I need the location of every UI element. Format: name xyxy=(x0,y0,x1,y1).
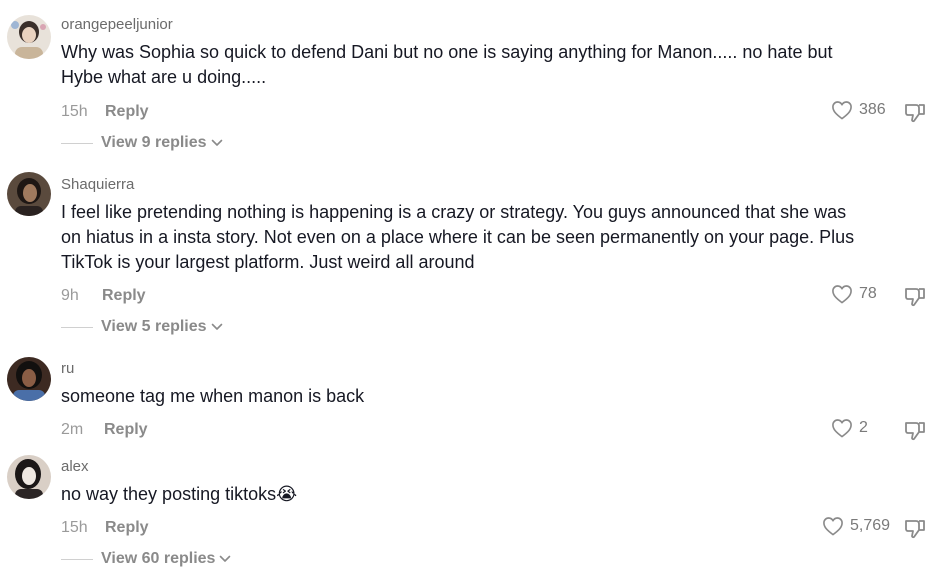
chevron-down-icon xyxy=(220,555,231,562)
avatar-image xyxy=(7,455,51,499)
thumbs-down-outline-icon xyxy=(905,422,925,441)
thumbs-down-outline-icon xyxy=(905,104,925,123)
divider xyxy=(61,326,93,328)
divider xyxy=(61,558,93,560)
divider xyxy=(61,142,93,144)
view-replies-button[interactable]: View 5 replies xyxy=(61,318,223,336)
reply-button[interactable]: Reply xyxy=(105,103,149,121)
avatar-image xyxy=(7,172,51,216)
view-replies-button[interactable]: View 9 replies xyxy=(61,134,223,152)
avatar[interactable] xyxy=(7,357,51,401)
reply-button[interactable]: Reply xyxy=(105,519,149,537)
avatar[interactable] xyxy=(7,172,51,216)
comment-timestamp: 9h xyxy=(61,287,79,304)
comment-username[interactable]: alex xyxy=(61,458,89,475)
comment-timestamp: 15h xyxy=(61,103,88,120)
crying-emoji: 😭 xyxy=(276,484,298,504)
reply-button[interactable]: Reply xyxy=(102,287,146,305)
heart-outline-icon xyxy=(832,101,852,120)
comment-text: no way they posting tiktoks😭 xyxy=(61,482,297,507)
like-count: 2 xyxy=(859,419,868,436)
view-replies-label: View 9 replies xyxy=(101,134,207,151)
dislike-button[interactable] xyxy=(904,517,925,544)
like-button[interactable]: 386 xyxy=(831,100,886,120)
thumbs-down-outline-icon xyxy=(905,520,925,539)
comment-text: I feel like pretending nothing is happen… xyxy=(61,202,855,272)
view-replies-button[interactable]: View 60 replies xyxy=(61,550,231,568)
avatar-image xyxy=(7,357,51,401)
like-count: 78 xyxy=(859,285,877,302)
dislike-button[interactable] xyxy=(904,101,925,128)
comment-timestamp: 15h xyxy=(61,519,88,536)
comment-username[interactable]: ru xyxy=(61,360,74,377)
reply-button[interactable]: Reply xyxy=(104,421,148,439)
comment-text: Why was Sophia so quick to defend Dani b… xyxy=(61,42,833,87)
like-count: 386 xyxy=(859,101,886,118)
comment-text-body: no way they posting tiktoks xyxy=(61,484,277,504)
view-replies-label: View 60 replies xyxy=(101,550,216,567)
heart-outline-icon xyxy=(832,285,852,304)
thumbs-down-outline-icon xyxy=(905,288,925,307)
like-count: 5,769 xyxy=(850,517,891,534)
avatar-image xyxy=(7,15,51,59)
like-button[interactable]: 78 xyxy=(831,284,877,304)
comment-username[interactable]: Shaquierra xyxy=(61,176,134,193)
view-replies-label: View 5 replies xyxy=(101,318,207,335)
chevron-down-icon xyxy=(211,323,222,330)
heart-outline-icon xyxy=(832,419,852,438)
chevron-down-icon xyxy=(211,139,222,146)
comment-timestamp: 2m xyxy=(61,421,84,438)
like-button[interactable]: 5,769 xyxy=(822,516,890,536)
comment-username[interactable]: orangepeeljunior xyxy=(61,16,173,33)
avatar[interactable] xyxy=(7,455,51,499)
dislike-button[interactable] xyxy=(904,419,925,446)
dislike-button[interactable] xyxy=(904,285,925,312)
heart-outline-icon xyxy=(823,517,843,536)
comment-text: someone tag me when manon is back xyxy=(61,386,365,406)
avatar[interactable] xyxy=(7,15,51,59)
like-button[interactable]: 2 xyxy=(831,418,868,438)
